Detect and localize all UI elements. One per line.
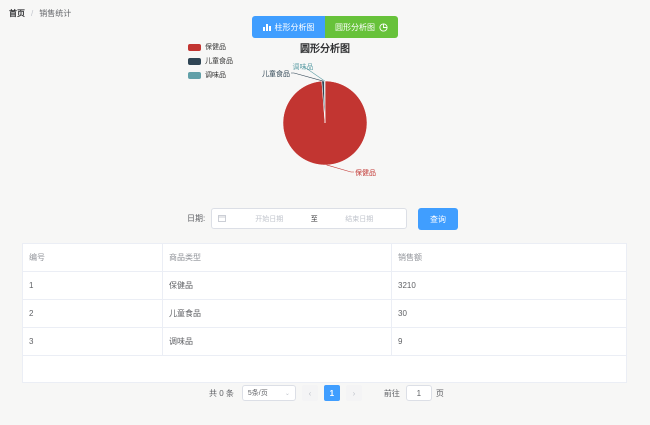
calendar-icon [218,214,228,224]
pie-label-line [326,164,354,173]
date-filter: 日期: 开始日期 至 结束日期 [187,208,408,229]
table-row[interactable]: 2 儿童食品 30 [23,300,626,328]
table-cell: 3 [23,328,163,355]
date-label: 日期: [187,214,206,223]
table-cell: 9 [398,337,403,346]
pie-slice-label: 调味品 [293,62,314,71]
pie-label-line [291,72,324,82]
start-date-input[interactable]: 开始日期 [234,214,304,224]
table-cell: 儿童食品 [163,300,392,327]
page-size-select[interactable]: 5条/页 ⌄ [241,385,296,401]
next-page-button[interactable]: › [345,385,362,401]
page-size-value: 5条/页 [247,390,268,397]
goto-label: 前往 [383,388,400,398]
header-cell: 销售额 [398,253,422,262]
table-cell: 30 [398,309,407,318]
chevron-down-icon: ⌄ [284,390,290,397]
table-cell: 1 [23,272,163,299]
date-range-picker[interactable]: 开始日期 至 结束日期 [211,208,408,229]
pagination: 共 0 条 5条/页 ⌄ ‹ 1 › 前往 1 页 [209,385,444,401]
range-separator: 至 [310,215,318,223]
table-cell: 调味品 [163,328,392,355]
pie-slice-label: 儿童食品 [262,69,290,78]
header-cell: 商品类型 [163,244,392,271]
pie-chart: 保健品 儿童食品调味品 [262,62,376,177]
goto-page-input[interactable]: 1 [405,385,432,401]
header-cell: 编号 [23,244,163,271]
total-count: 共 0 条 [209,388,234,398]
pie-slice-label: 保健品 [355,168,376,177]
page-suffix: 页 [435,388,444,398]
table-header-row: 编号 商品类型 销售额 [23,244,626,272]
table-row[interactable]: 3 调味品 9 [23,328,626,356]
query-button[interactable]: 查询 [418,208,458,230]
prev-page-button[interactable]: ‹ [301,385,318,401]
table-cell: 2 [23,300,163,327]
sales-table: 编号 商品类型 销售额 1 保健品 3210 2 儿童食品 30 3 调味品 9 [22,243,627,383]
table-row[interactable]: 1 保健品 3210 [23,272,626,300]
table-cell: 3210 [398,281,416,290]
table-cell: 保健品 [163,272,392,299]
page-number-current[interactable]: 1 [323,385,340,401]
end-date-input[interactable]: 结束日期 [324,214,394,224]
